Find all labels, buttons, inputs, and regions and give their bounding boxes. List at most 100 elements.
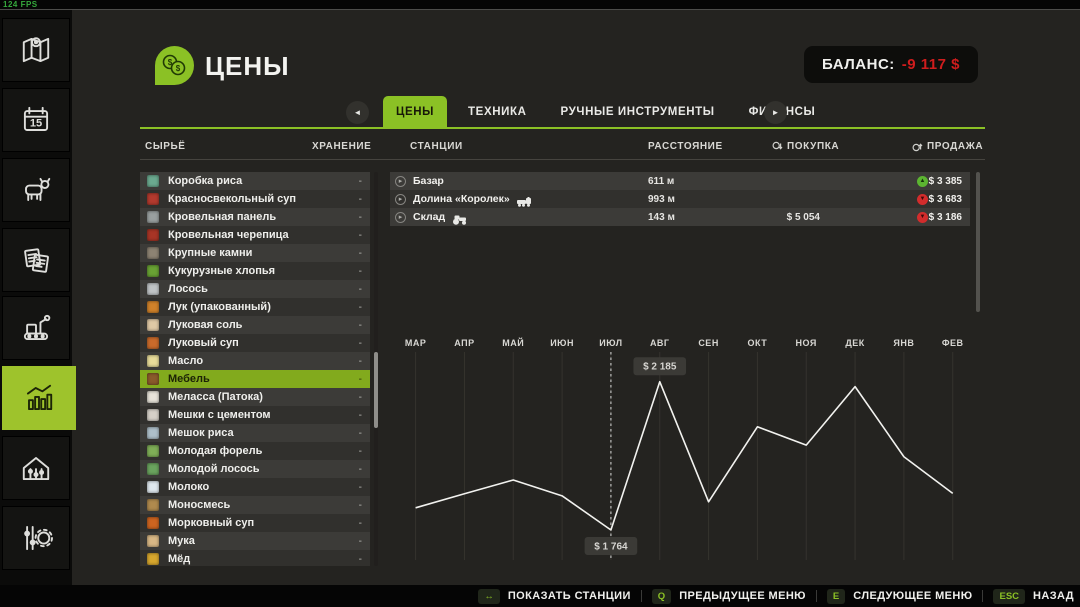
commodity-row[interactable]: Морковный суп -: [140, 514, 370, 532]
commodity-row[interactable]: Луковый суп -: [140, 334, 370, 352]
commodity-row[interactable]: Лосось -: [140, 280, 370, 298]
sidebar-item-contracts[interactable]: [2, 228, 70, 292]
commodity-name: Мебель: [168, 373, 210, 385]
commodity-row[interactable]: Мешок риса -: [140, 424, 370, 442]
commodity-storage-value: -: [359, 338, 362, 349]
station-name: Долина «Королек»: [413, 193, 510, 205]
station-distance: 143 м: [648, 212, 675, 223]
commodity-name: Мёд: [168, 553, 190, 565]
tab-underline: [140, 127, 985, 129]
commodity-row[interactable]: Моносмесь -: [140, 496, 370, 514]
month-label: СЕН: [698, 338, 719, 348]
commodity-row[interactable]: Кровельная панель -: [140, 208, 370, 226]
station-sell-price: $ 3 385: [907, 176, 962, 187]
commodity-row[interactable]: Коробка риса -: [140, 172, 370, 190]
sidebar-item-calendar[interactable]: 15: [2, 88, 70, 152]
commodity-row[interactable]: Кукурузные хлопья -: [140, 262, 370, 280]
goto-station-icon[interactable]: ▸: [395, 194, 406, 205]
commodity-row[interactable]: Молодой лосось -: [140, 460, 370, 478]
hint-label: ПОКАЗАТЬ СТАНЦИИ: [508, 590, 631, 602]
station-row[interactable]: ▸ Базар 611 м ▲ $ 3 385: [390, 172, 970, 190]
commodity-scrollbar-thumb[interactable]: [374, 352, 378, 428]
commodity-row[interactable]: Лук (упакованный) -: [140, 298, 370, 316]
hint-item[interactable]: ↔ПОКАЗАТЬ СТАНЦИИ: [478, 589, 630, 604]
commodity-row[interactable]: Мешки с цементом -: [140, 406, 370, 424]
commodity-name: Лук (упакованный): [168, 301, 271, 313]
tab-2[interactable]: РУЧНЫЕ ИНСТРУМЕНТЫ: [548, 96, 728, 127]
month-label: ФЕВ: [942, 338, 964, 348]
fps-counter: 124 FPS: [3, 0, 38, 9]
commodity-storage-value: -: [359, 356, 362, 367]
tab-0[interactable]: ЦЕНЫ: [383, 96, 447, 127]
map-icon: [16, 30, 56, 70]
commodity-row[interactable]: Молоко -: [140, 478, 370, 496]
commodity-scrollbar[interactable]: [374, 172, 378, 566]
commodity-row[interactable]: Молодая форель -: [140, 442, 370, 460]
sidebar-item-map[interactable]: [2, 18, 70, 82]
sidebar-item-animals[interactable]: [2, 158, 70, 222]
commodity-row[interactable]: Кровельная черепица -: [140, 226, 370, 244]
commodity-icon: [147, 265, 159, 277]
commodity-row[interactable]: Мёд -: [140, 550, 370, 566]
tabs-next-button[interactable]: ►: [764, 101, 787, 124]
month-label: ИЮЛ: [599, 338, 622, 348]
commodity-name: Луковый суп: [168, 337, 239, 349]
commodity-name: Моносмесь: [168, 499, 230, 511]
goto-station-icon[interactable]: ▸: [395, 176, 406, 187]
station-row[interactable]: ▸ Склад 143 м $ 5 054 ▼ $ 3 186: [390, 208, 970, 226]
station-row[interactable]: ▸ Долина «Королек» 993 м ▼ $ 3 683: [390, 190, 970, 208]
commodity-icon: [147, 553, 159, 565]
commodity-name: Молодой лосось: [168, 463, 260, 475]
stations-scrollbar[interactable]: [976, 172, 980, 312]
cow-icon: [16, 170, 56, 210]
commodity-storage-value: -: [359, 536, 362, 547]
commodity-row[interactable]: Луковая соль -: [140, 316, 370, 334]
key-badge: E: [827, 589, 845, 604]
commodity-row[interactable]: Мебель -: [140, 370, 370, 388]
hint-item[interactable]: ESCНАЗАД: [993, 589, 1074, 604]
commodity-row[interactable]: Меласса (Патока) -: [140, 388, 370, 406]
commodity-icon: [147, 517, 159, 529]
barn-icon: [16, 448, 56, 488]
stations-list: ▸ Базар 611 м ▲ $ 3 385 ▸ Долина «Короле…: [390, 172, 970, 226]
commodity-storage-value: -: [359, 392, 362, 403]
commodity-icon: [147, 463, 159, 475]
balance-value: -9 117 $: [902, 56, 960, 73]
sidebar-item-storage[interactable]: [2, 436, 70, 500]
column-header-sell: ПРОДАЖА: [912, 141, 983, 152]
sidebar-item-statistics[interactable]: [2, 366, 76, 430]
commodity-icon: [147, 301, 159, 313]
train-icon: [516, 194, 534, 204]
goto-station-icon[interactable]: ▸: [395, 212, 406, 223]
commodity-storage-value: -: [359, 500, 362, 511]
hint-item[interactable]: EСЛЕДУЮЩЕЕ МЕНЮ: [827, 589, 973, 604]
commodity-storage-value: -: [359, 230, 362, 241]
commodity-row[interactable]: Красносвекольный суп -: [140, 190, 370, 208]
sidebar-item-settings[interactable]: [2, 506, 70, 570]
hint-item[interactable]: QПРЕДЫДУЩЕЕ МЕНЮ: [652, 589, 806, 604]
commodity-storage-value: -: [359, 482, 362, 493]
commodity-row[interactable]: Крупные камни -: [140, 244, 370, 262]
tabs-prev-button[interactable]: ◄: [346, 101, 369, 124]
commodity-icon: [147, 427, 159, 439]
commodity-icon: [147, 229, 159, 241]
page-title: ЦЕНЫ: [205, 51, 290, 82]
sidebar-item-production[interactable]: [2, 296, 70, 360]
balance-pill: БАЛАНС: -9 117 $: [804, 46, 978, 83]
commodity-row[interactable]: Масло -: [140, 352, 370, 370]
balance-label: БАЛАНС:: [822, 56, 895, 73]
contracts-icon: [16, 240, 56, 280]
commodity-row[interactable]: Мука -: [140, 532, 370, 550]
station-buy-price: $ 5 054: [730, 212, 820, 223]
tab-1[interactable]: ТЕХНИКА: [455, 96, 539, 127]
month-label: ОКТ: [748, 338, 768, 348]
tab-bar: ЦЕНЫТЕХНИКАРУЧНЫЕ ИНСТРУМЕНТЫФИНАНСЫ: [383, 96, 828, 127]
station-name: Склад: [413, 211, 445, 223]
hint-bar: ↔ПОКАЗАТЬ СТАНЦИИ QПРЕДЫДУЩЕЕ МЕНЮ EСЛЕДУЮ…: [0, 585, 1080, 607]
station-distance: 611 м: [648, 176, 674, 187]
commodity-name: Мешок риса: [168, 427, 234, 439]
month-label: МАР: [405, 338, 427, 348]
hint-label: НАЗАД: [1033, 590, 1074, 602]
commodity-icon: [147, 391, 159, 403]
commodity-icon: [147, 499, 159, 511]
